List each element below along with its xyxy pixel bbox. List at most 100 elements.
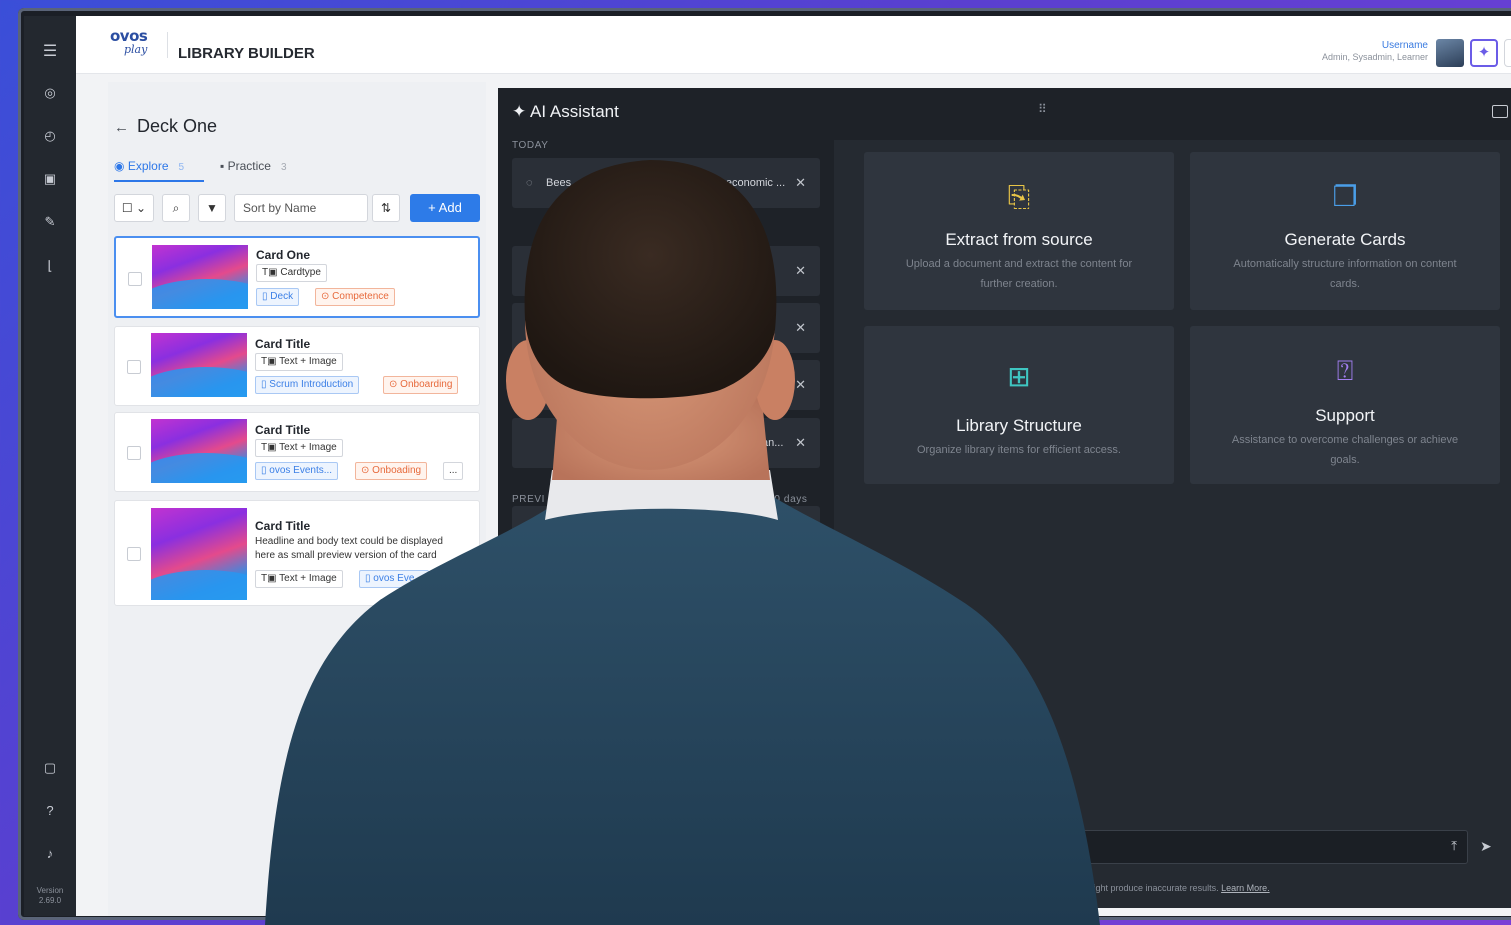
- feature-description: Upload a document and extract the conten…: [905, 258, 1133, 290]
- ai-disclaimer: nt might produce inaccurate results. Lea…: [1076, 883, 1270, 893]
- loading-icon: ◌: [526, 177, 533, 189]
- chevron-down-icon: ☐ ⌄: [121, 201, 147, 215]
- sort-order-icon: ⇅: [380, 201, 392, 215]
- competence-tag-label: Competence: [332, 291, 389, 302]
- card-thumbnail: [152, 245, 248, 309]
- delete-icon[interactable]: ✕: [795, 303, 806, 353]
- target-icon[interactable]: ◎: [42, 85, 58, 101]
- window-toggle-icon[interactable]: [1492, 105, 1508, 118]
- delete-icon[interactable]: ✕: [795, 360, 806, 410]
- logo-text-play: play: [124, 43, 148, 56]
- competence-tag-label: Onboading: [372, 465, 422, 476]
- bell-icon[interactable]: ♪: [42, 846, 58, 862]
- card-checkbox[interactable]: [127, 360, 141, 374]
- back-arrow-icon[interactable]: ←: [114, 119, 129, 136]
- history-item[interactable]: ◌ Bees ty, economic ... ✕: [512, 158, 820, 208]
- help-icon[interactable]: ?: [42, 803, 58, 819]
- clock-icon[interactable]: ◴: [42, 128, 58, 144]
- card-item[interactable]: Card Title Headline and body text could …: [114, 500, 480, 606]
- cardtype-chip: T▣ Text + Image: [255, 570, 343, 588]
- delete-icon[interactable]: ✕: [795, 418, 806, 468]
- feature-description: Automatically structure information on c…: [1233, 258, 1457, 290]
- learn-more-link[interactable]: Learn More.: [1221, 883, 1270, 893]
- user-info[interactable]: Username Admin, Sysadmin, Learner: [1322, 40, 1428, 63]
- document-icon[interactable]: ▢: [42, 760, 58, 776]
- prompt-input[interactable]: ⤒: [1062, 830, 1468, 864]
- ai-assistant-title: AI Assistant: [530, 102, 619, 121]
- deck-title: Deck One: [137, 116, 218, 136]
- deck-tag[interactable]: ▯ ovos Events...: [255, 462, 339, 480]
- feature-support[interactable]: ⍰ Support Assistance to overcome challen…: [1190, 326, 1500, 484]
- tab-explore[interactable]: ◉ Explore 5: [114, 158, 204, 182]
- history-retention-note: fter 30 days: [748, 494, 808, 505]
- ai-assistant-panel: ✦ AI Assistant ⠿ ✕ TODAY ◌ Bees ty, econo…: [498, 88, 1511, 908]
- competence-tag[interactable]: ⊙ Onboading: [355, 462, 428, 480]
- card-item[interactable]: Card One T▣ Cardtype ▯ Deck ⊙ Competence: [114, 236, 480, 318]
- card-title: Card Title: [255, 519, 311, 533]
- competence-tag[interactable]: ⊙ Onboarding: [383, 376, 459, 394]
- history-item[interactable]: ✕: [512, 303, 820, 353]
- feature-generate-cards[interactable]: ❐ Generate Cards Automatically structure…: [1190, 152, 1500, 310]
- history-item[interactable]: ▲ ✕: [512, 506, 820, 556]
- history-previous-label: PREVI: [512, 494, 546, 505]
- competence-tag[interactable]: ⊙ Competence: [315, 288, 395, 306]
- feature-title: Extract from source: [945, 230, 1093, 249]
- history-item[interactable]: an... ✕: [512, 418, 820, 468]
- card-title: Card One: [256, 248, 311, 262]
- menu-icon[interactable]: ☰: [42, 44, 58, 60]
- sort-select[interactable]: Sort by Name: [234, 194, 368, 222]
- feature-title: Library Structure: [956, 416, 1082, 435]
- card-checkbox[interactable]: [128, 272, 142, 286]
- cardtype-label: Text + Image: [279, 573, 337, 584]
- text-image-icon: T▣: [262, 267, 281, 278]
- avatar[interactable]: [1436, 39, 1464, 67]
- feature-title: Generate Cards: [1284, 230, 1406, 249]
- search-button[interactable]: ⌕: [1504, 39, 1511, 67]
- explore-icon: ◉: [114, 159, 128, 173]
- filter-search-button[interactable]: ⌕: [162, 194, 190, 222]
- delete-icon[interactable]: ✕: [795, 506, 806, 556]
- feature-extract-from-source[interactable]: ⎘ Extract from source Upload a document …: [864, 152, 1174, 310]
- card-item[interactable]: Card Title T▣ Text + Image ▯ Scrum Intro…: [114, 326, 480, 406]
- more-tags-button[interactable]: ...: [443, 462, 464, 480]
- add-button[interactable]: + Add: [410, 194, 480, 222]
- delete-icon[interactable]: ✕: [795, 158, 806, 208]
- ai-sparkle-button[interactable]: ✦: [1470, 39, 1498, 67]
- sparkle-icon: ✦: [1477, 44, 1491, 61]
- deck-tag[interactable]: ▯ ovos Eve...: [359, 570, 429, 588]
- text-image-icon: T▣: [261, 573, 280, 584]
- text-image-icon: T▣: [261, 442, 280, 453]
- card-checkbox[interactable]: [127, 547, 141, 561]
- card-checkbox[interactable]: [127, 446, 141, 460]
- feature-library-structure[interactable]: ⊞ Library Structure Organize library ite…: [864, 326, 1174, 484]
- tab-explore-label: Explore: [127, 159, 169, 173]
- select-all-dropdown[interactable]: ☐ ⌄: [114, 194, 154, 222]
- history-item[interactable]: ✕: [512, 360, 820, 410]
- cardtype-chip: T▣ Text + Image: [255, 353, 343, 371]
- filter-button[interactable]: ▼: [198, 194, 226, 222]
- question-box-icon: ⍰: [1336, 355, 1354, 386]
- sort-order-button[interactable]: ⇅: [372, 194, 400, 222]
- cardtype-chip: T▣ Cardtype: [256, 264, 327, 282]
- send-icon[interactable]: ➤: [1480, 838, 1492, 855]
- deck-tag-label: Scrum Introduction: [269, 379, 354, 390]
- upload-icon[interactable]: ⤒: [1451, 838, 1457, 854]
- history-item[interactable]: ✕: [512, 246, 820, 296]
- drag-handle-icon[interactable]: ⠿: [1038, 102, 1047, 116]
- ai-assistant-header: ✦ AI Assistant: [512, 102, 619, 122]
- tab-bar: ◉ Explore 5 ▪ Practice 3: [114, 158, 474, 182]
- tree-structure-icon: ⊞: [1007, 361, 1031, 392]
- deck-tag[interactable]: ▯ Scrum Introduction: [255, 376, 360, 394]
- ovos-logo[interactable]: ovos play: [110, 29, 156, 61]
- card-item[interactable]: Card Title T▣ Text + Image ▯ ovos Events…: [114, 412, 480, 492]
- pin-icon[interactable]: ✎: [42, 214, 58, 230]
- version-info: Version 2.69.0: [28, 886, 72, 906]
- chart-icon[interactable]: ⌊: [42, 258, 58, 274]
- chat-icon[interactable]: ▣: [42, 171, 58, 187]
- deck-tag[interactable]: ▯ Deck: [256, 288, 300, 306]
- delete-icon[interactable]: ✕: [795, 246, 806, 296]
- more-tags-button[interactable]: ...: [445, 570, 466, 588]
- pin-icon: ⊙: [361, 465, 373, 476]
- cardtype-label: Text + Image: [279, 442, 337, 453]
- tab-practice[interactable]: ▪ Practice 3: [220, 158, 287, 176]
